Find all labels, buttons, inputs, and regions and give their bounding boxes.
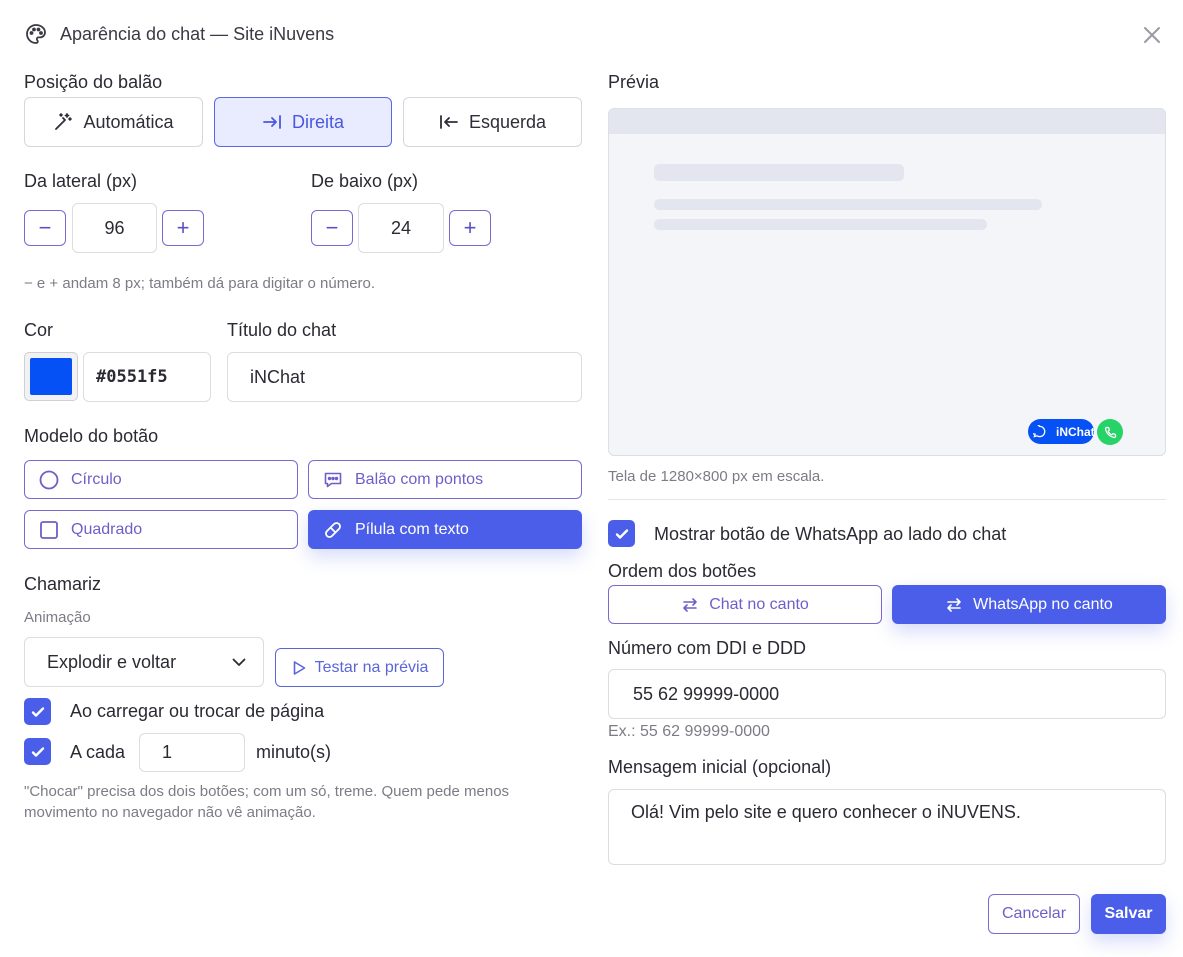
every-unit-label: minuto(s) bbox=[256, 742, 332, 762]
close-icon[interactable] bbox=[1141, 24, 1163, 46]
test-preview-label: Testar na prévia bbox=[314, 658, 429, 676]
on-load-checkbox[interactable] bbox=[24, 698, 51, 725]
arrow-left-to-bar-icon bbox=[439, 112, 459, 132]
message-dots-icon bbox=[323, 470, 343, 490]
minus-icon: − bbox=[38, 215, 52, 240]
button-model-label: Modelo do botão bbox=[24, 426, 159, 446]
lure-label: Chamariz bbox=[24, 574, 102, 594]
preview-caption: Tela de 1280×800 px em escala. bbox=[608, 468, 825, 485]
check-icon bbox=[30, 704, 46, 720]
animation-select[interactable]: Explodir e voltar bbox=[24, 637, 264, 687]
order-chat-corner-button[interactable]: Chat no canto bbox=[608, 585, 882, 624]
preview-placeholder-title bbox=[654, 164, 904, 181]
bottom-offset-label: De baixo (px) bbox=[311, 171, 419, 191]
check-icon bbox=[30, 744, 46, 760]
chat-title-label: Título do chat bbox=[227, 320, 337, 340]
model-circle-label: Círculo bbox=[71, 470, 122, 488]
phone-icon bbox=[1104, 426, 1117, 439]
order-label: Ordem dos botões bbox=[608, 561, 757, 581]
position-auto-label: Automática bbox=[83, 111, 174, 132]
offset-hint: − e + andam 8 px; também dá para digitar… bbox=[24, 275, 376, 292]
animation-label: Animação bbox=[24, 609, 91, 626]
model-pill-button[interactable]: Pílula com texto bbox=[308, 510, 582, 549]
magic-wand-icon bbox=[53, 112, 73, 132]
number-label: Número com DDI e DDD bbox=[608, 638, 807, 658]
preview-whatsapp-button[interactable] bbox=[1097, 419, 1123, 445]
swap-arrows-icon bbox=[945, 596, 963, 614]
side-increment-button[interactable]: + bbox=[162, 210, 204, 246]
preview-chat-pill[interactable]: iNChat bbox=[1028, 419, 1095, 444]
preview-browser-bar bbox=[609, 109, 1165, 134]
play-icon bbox=[291, 660, 307, 676]
order-chat-corner-label: Chat no canto bbox=[709, 595, 809, 613]
color-swatch bbox=[30, 358, 72, 395]
preview-label: Prévia bbox=[608, 72, 660, 92]
position-right-button[interactable]: Direita bbox=[214, 97, 392, 147]
check-icon bbox=[614, 526, 630, 542]
minus-icon: − bbox=[325, 215, 339, 240]
preview-pill-text: iNChat bbox=[1056, 424, 1095, 439]
every-minutes-input[interactable]: 1 bbox=[139, 733, 245, 772]
model-dots-bubble-label: Balão com pontos bbox=[355, 470, 484, 488]
on-load-label: Ao carregar ou trocar de página bbox=[70, 701, 325, 721]
arrow-right-to-bar-icon bbox=[262, 112, 282, 132]
dialog-title: Aparência do chat — Site iNuvens bbox=[60, 23, 335, 44]
model-pill-label: Pílula com texto bbox=[355, 520, 469, 538]
bottom-increment-button[interactable]: + bbox=[449, 210, 491, 246]
bottom-offset-input[interactable]: 24 bbox=[358, 203, 444, 253]
chevron-down-icon bbox=[231, 654, 247, 670]
model-circle-button[interactable]: Círculo bbox=[24, 460, 298, 499]
position-auto-button[interactable]: Automática bbox=[24, 97, 203, 147]
position-left-button[interactable]: Esquerda bbox=[403, 97, 582, 147]
circle-icon bbox=[39, 470, 59, 490]
color-hex-input[interactable]: #0551f5 bbox=[83, 352, 211, 402]
dialog-header: Aparência do chat — Site iNuvens bbox=[24, 22, 334, 46]
cancel-button[interactable]: Cancelar bbox=[988, 894, 1080, 934]
whatsapp-number-input[interactable]: 55 62 99999-0000 bbox=[608, 669, 1166, 719]
swap-arrows-icon bbox=[681, 596, 699, 614]
plus-icon: + bbox=[463, 215, 477, 240]
order-whatsapp-corner-button[interactable]: WhatsApp no canto bbox=[892, 585, 1166, 624]
lure-note: "Chocar" precisa dos dois botões; com um… bbox=[24, 783, 510, 821]
position-left-label: Esquerda bbox=[468, 111, 547, 132]
palette-icon bbox=[24, 22, 48, 46]
plus-icon: + bbox=[176, 215, 190, 240]
number-hint: Ex.: 55 62 99999-0000 bbox=[608, 723, 770, 740]
divider bbox=[608, 499, 1166, 500]
bottom-decrement-button[interactable]: − bbox=[311, 210, 353, 246]
order-whatsapp-corner-label: WhatsApp no canto bbox=[973, 595, 1113, 613]
position-right-label: Direita bbox=[291, 111, 344, 132]
save-button[interactable]: Salvar bbox=[1091, 894, 1166, 934]
color-label: Cor bbox=[24, 320, 54, 340]
animation-select-value: Explodir e voltar bbox=[47, 651, 177, 672]
square-icon bbox=[39, 520, 59, 540]
side-decrement-button[interactable]: − bbox=[24, 210, 66, 246]
preview-placeholder-line bbox=[654, 199, 1042, 210]
side-offset-label: Da lateral (px) bbox=[24, 171, 138, 191]
pill-icon bbox=[323, 520, 343, 540]
initial-message-textarea[interactable]: Olá! Vim pelo site e quero conhecer o iN… bbox=[608, 789, 1166, 865]
preview-frame: iNChat bbox=[608, 108, 1166, 456]
position-label: Posição do balão bbox=[24, 72, 163, 92]
model-square-button[interactable]: Quadrado bbox=[24, 510, 298, 549]
side-offset-input[interactable]: 96 bbox=[72, 203, 157, 253]
model-dots-bubble-button[interactable]: Balão com pontos bbox=[308, 460, 582, 499]
model-square-label: Quadrado bbox=[71, 520, 143, 538]
every-checkbox[interactable] bbox=[24, 738, 51, 765]
test-preview-button[interactable]: Testar na prévia bbox=[275, 648, 444, 687]
preview-placeholder-line bbox=[654, 219, 987, 230]
show-whatsapp-label: Mostrar botão de WhatsApp ao lado do cha… bbox=[654, 524, 1007, 544]
color-swatch-picker[interactable] bbox=[24, 352, 78, 401]
message-label: Mensagem inicial (opcional) bbox=[608, 757, 832, 777]
chat-title-input[interactable]: iNChat bbox=[227, 352, 582, 402]
chat-bubble-icon bbox=[1033, 425, 1046, 438]
every-label: A cada bbox=[70, 742, 126, 762]
show-whatsapp-checkbox[interactable] bbox=[608, 520, 635, 547]
